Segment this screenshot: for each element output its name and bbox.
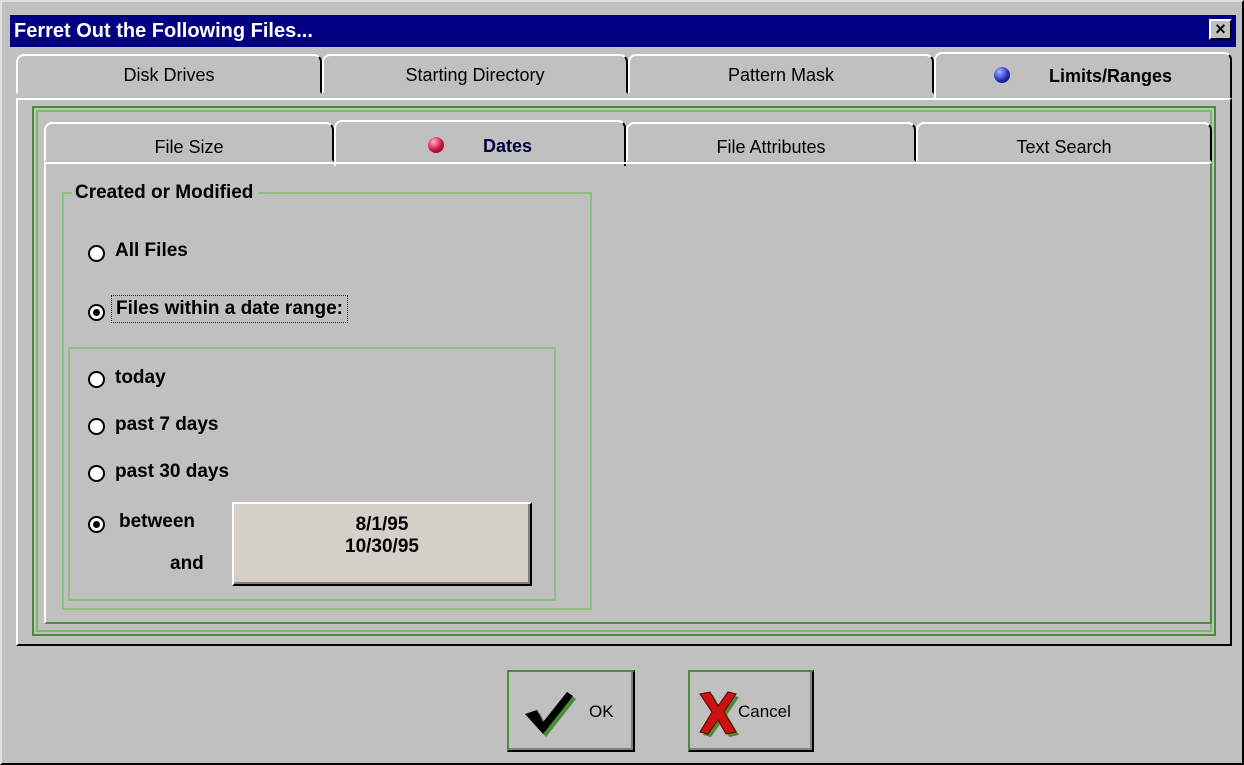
tab-label: Pattern Mask <box>727 65 835 85</box>
radio-button[interactable] <box>88 304 105 321</box>
tab-label: File Size <box>154 137 224 157</box>
tab-label: Limits/Ranges <box>1048 66 1173 86</box>
tab-starting-directory[interactable]: Starting Directory <box>322 54 628 94</box>
radio-label: between <box>119 511 196 532</box>
checkmark-icon <box>525 692 576 737</box>
radio-button[interactable] <box>88 371 105 388</box>
date-range-button[interactable]: 8/1/95 10/30/95 <box>232 502 532 586</box>
tab-disk-drives[interactable]: Disk Drives <box>16 54 322 94</box>
title-bar[interactable]: Ferret Out the Following Files... × <box>10 15 1236 47</box>
cancel-label: Cancel <box>738 702 791 721</box>
date-to: 10/30/95 <box>345 536 419 557</box>
radio-button[interactable] <box>88 245 105 262</box>
tab-label: Starting Directory <box>405 65 545 85</box>
groupbox-title: Created or Modified <box>72 182 260 204</box>
and-label: and <box>170 553 204 574</box>
radio-label: today <box>115 367 166 388</box>
dialog-window: Ferret Out the Following Files... × Disk… <box>0 0 1244 765</box>
tab-label: File Attributes <box>716 137 826 157</box>
close-icon: × <box>1215 19 1226 39</box>
ok-label: OK <box>589 702 614 721</box>
radio-button[interactable] <box>88 418 105 435</box>
ok-button[interactable]: OK <box>507 670 635 752</box>
tab-file-size[interactable]: File Size <box>44 122 334 162</box>
tab-pattern-mask[interactable]: Pattern Mask <box>628 54 934 94</box>
blue-ball-icon <box>993 67 1010 84</box>
tab-limits-ranges[interactable]: Limits/Ranges <box>934 52 1232 100</box>
red-ball-icon <box>427 137 444 154</box>
cancel-button[interactable]: Cancel <box>688 670 814 752</box>
tab-file-attributes[interactable]: File Attributes <box>626 122 916 162</box>
tab-text-search[interactable]: Text Search <box>916 122 1212 162</box>
window-title: Ferret Out the Following Files... <box>14 20 313 42</box>
radio-button[interactable] <box>88 465 105 482</box>
close-button[interactable]: × <box>1209 19 1232 40</box>
tab-label: Disk Drives <box>123 65 215 85</box>
tab-dates[interactable]: Dates <box>334 120 626 166</box>
tab-label: Dates <box>482 136 533 156</box>
radio-label: All Files <box>115 240 188 261</box>
radio-button[interactable] <box>88 516 105 533</box>
radio-label: Files within a date range: <box>111 295 348 323</box>
radio-label: past 30 days <box>115 461 230 482</box>
date-from: 8/1/95 <box>355 514 409 535</box>
tab-label: Text Search <box>1016 137 1112 157</box>
red-x-icon <box>699 691 739 737</box>
radio-label: past 7 days <box>115 414 219 435</box>
